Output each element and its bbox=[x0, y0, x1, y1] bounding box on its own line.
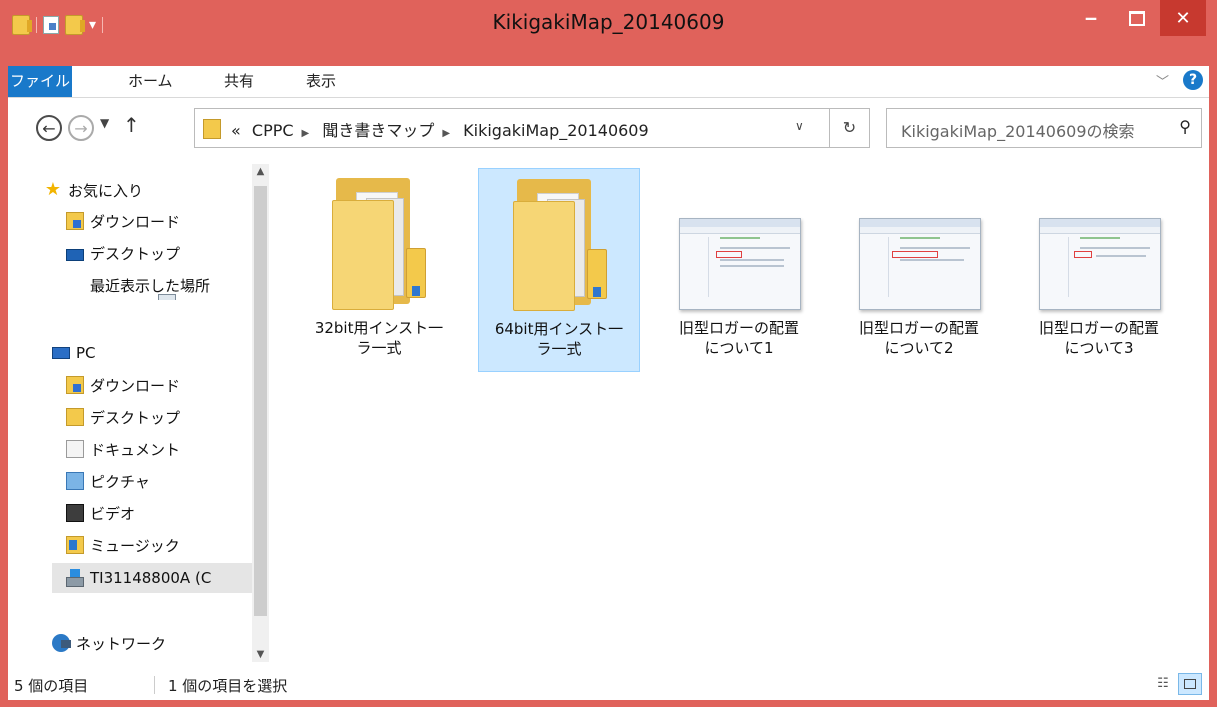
recent-places-icon bbox=[158, 294, 176, 300]
file-item-folder[interactable]: 32bit用インスト一 ラ一式 bbox=[298, 168, 460, 372]
explorer-window: ▾ KikigakiMap_20140609 ‒ ✕ ファイル ホーム 共有 表… bbox=[0, 0, 1217, 707]
status-bar: 5 個の項目 1 個の項目を選択 ☷ bbox=[8, 670, 1209, 700]
file-item-image[interactable]: 旧型ロガーの配置 について3 bbox=[1018, 168, 1180, 372]
large-icons-view-icon[interactable] bbox=[1178, 673, 1202, 695]
file-item-image[interactable]: 旧型ロガーの配置 について2 bbox=[838, 168, 1000, 372]
address-bar[interactable]: « CPPC ▶ 聞き書きマップ ▶ KikigakiMap_20140609 ∨ bbox=[194, 108, 830, 148]
desktop-folder-icon bbox=[66, 408, 84, 426]
drive-icon bbox=[66, 569, 84, 587]
nav-item-label: 最近表示した場所 bbox=[90, 276, 211, 295]
image-thumbnail bbox=[679, 218, 801, 310]
window-title: KikigakiMap_20140609 bbox=[492, 10, 725, 34]
nav-item-label: デスクトップ bbox=[90, 408, 181, 427]
nav-item-label: TI31148800A (C bbox=[90, 569, 212, 587]
file-name: 64bit用インスト一 ラ一式 bbox=[494, 320, 624, 358]
folder-icon bbox=[203, 119, 221, 139]
nav-item-label: ビデオ bbox=[90, 504, 136, 523]
scroll-up-icon[interactable]: ▲ bbox=[252, 166, 269, 177]
nav-item-drive[interactable]: TI31148800A (C bbox=[52, 563, 252, 593]
breadcrumb-overflow[interactable]: « bbox=[231, 121, 241, 140]
nav-item-label: ダウンロード bbox=[90, 376, 181, 395]
address-row: ← → ▼ ↑ « CPPC ▶ 聞き書きマップ ▶ KikigakiMap_201… bbox=[8, 98, 1209, 160]
nav-item-label: ピクチャ bbox=[90, 472, 150, 491]
scroll-down-icon[interactable]: ▼ bbox=[252, 649, 269, 660]
expand-ribbon-icon[interactable]: ﹀ bbox=[1156, 71, 1169, 90]
folder-icon bbox=[330, 178, 426, 310]
image-thumbnail bbox=[1039, 218, 1161, 310]
maximize-button[interactable] bbox=[1114, 0, 1160, 36]
tab-home[interactable]: ホーム bbox=[128, 66, 173, 97]
nav-item-recent-places[interactable]: 最近表示した場所 bbox=[66, 270, 244, 300]
breadcrumb-item[interactable]: 聞き書きマップ bbox=[322, 121, 434, 140]
videos-icon bbox=[66, 504, 84, 522]
address-dropdown-icon[interactable]: ∨ bbox=[795, 119, 804, 133]
ribbon-tabs: ファイル ホーム 共有 表示 ﹀ ? bbox=[8, 66, 1209, 98]
file-name: 旧型ロガーの配置 について3 bbox=[1038, 319, 1159, 357]
selected-count: 1 個の項目を選択 bbox=[168, 677, 288, 695]
downloads-icon bbox=[66, 212, 84, 230]
file-list: 32bit用インスト一 ラ一式 64bit用インスト一 ラ一式 旧型ロガーの配置… bbox=[270, 160, 1209, 670]
nav-item-label: お気に入り bbox=[68, 181, 144, 200]
title-bar: ▾ KikigakiMap_20140609 ‒ ✕ bbox=[0, 0, 1217, 62]
help-icon[interactable]: ? bbox=[1183, 70, 1203, 90]
forward-arrow-icon[interactable]: → bbox=[68, 115, 94, 141]
details-view-icon[interactable]: ☷ bbox=[1154, 676, 1172, 694]
tab-view[interactable]: 表示 bbox=[306, 66, 336, 97]
minimize-button[interactable]: ‒ bbox=[1068, 0, 1114, 36]
file-item-image[interactable]: 旧型ロガーの配置 について1 bbox=[658, 168, 820, 372]
network-icon bbox=[52, 634, 71, 652]
breadcrumb-item[interactable]: KikigakiMap_20140609 bbox=[463, 121, 649, 140]
tab-share[interactable]: 共有 bbox=[224, 66, 254, 97]
scrollbar-thumb[interactable] bbox=[254, 186, 267, 616]
file-name: 旧型ロガーの配置 について2 bbox=[858, 319, 979, 357]
breadcrumb-arrow-icon[interactable]: ▶ bbox=[302, 128, 310, 139]
music-icon bbox=[66, 536, 84, 554]
refresh-icon[interactable]: ↻ bbox=[830, 108, 870, 148]
item-count: 5 個の項目 bbox=[14, 677, 89, 695]
search-placeholder: KikigakiMap_20140609の検索 bbox=[901, 122, 1135, 141]
documents-icon bbox=[66, 440, 84, 458]
pictures-icon bbox=[66, 472, 84, 490]
search-input[interactable]: KikigakiMap_20140609の検索 ⚲ bbox=[886, 108, 1202, 148]
breadcrumb-item[interactable]: CPPC bbox=[252, 121, 294, 140]
file-name: 32bit用インスト一 ラ一式 bbox=[314, 319, 444, 357]
recent-locations-dropdown[interactable]: ▼ bbox=[100, 116, 109, 130]
breadcrumb-arrow-icon[interactable]: ▶ bbox=[442, 128, 450, 139]
nav-item-label: ダウンロード bbox=[90, 212, 181, 231]
star-icon: ★ bbox=[44, 179, 62, 200]
nav-item-label: デスクトップ bbox=[90, 244, 181, 263]
nav-item-label: PC bbox=[76, 344, 96, 362]
maximize-icon bbox=[1129, 10, 1145, 26]
divider bbox=[154, 676, 155, 694]
image-thumbnail bbox=[859, 218, 981, 310]
downloads-icon bbox=[66, 376, 84, 394]
desktop-icon bbox=[66, 248, 84, 261]
close-button[interactable]: ✕ bbox=[1160, 0, 1206, 36]
nav-item-label: ドキュメント bbox=[90, 440, 181, 459]
nav-scrollbar[interactable]: ▲ ▼ bbox=[252, 164, 269, 662]
navigation-pane: ★ お気に入り ダウンロード デスクトップ 最近表示した場所 PC ダウンロード… bbox=[8, 160, 270, 670]
nav-item-label: ネットワーク bbox=[76, 634, 167, 653]
file-name: 旧型ロガーの配置 について1 bbox=[678, 319, 799, 357]
computer-icon bbox=[52, 347, 70, 359]
nav-item-label: ミュージック bbox=[90, 536, 180, 555]
file-item-folder-selected[interactable]: 64bit用インスト一 ラ一式 bbox=[478, 168, 640, 372]
search-icon[interactable]: ⚲ bbox=[1179, 117, 1191, 136]
up-arrow-icon[interactable]: ↑ bbox=[123, 113, 140, 137]
folder-icon bbox=[511, 179, 607, 311]
breadcrumb: « CPPC ▶ 聞き書きマップ ▶ KikigakiMap_20140609 bbox=[231, 117, 655, 141]
tab-file[interactable]: ファイル bbox=[8, 66, 72, 97]
back-arrow-icon[interactable]: ← bbox=[36, 115, 62, 141]
